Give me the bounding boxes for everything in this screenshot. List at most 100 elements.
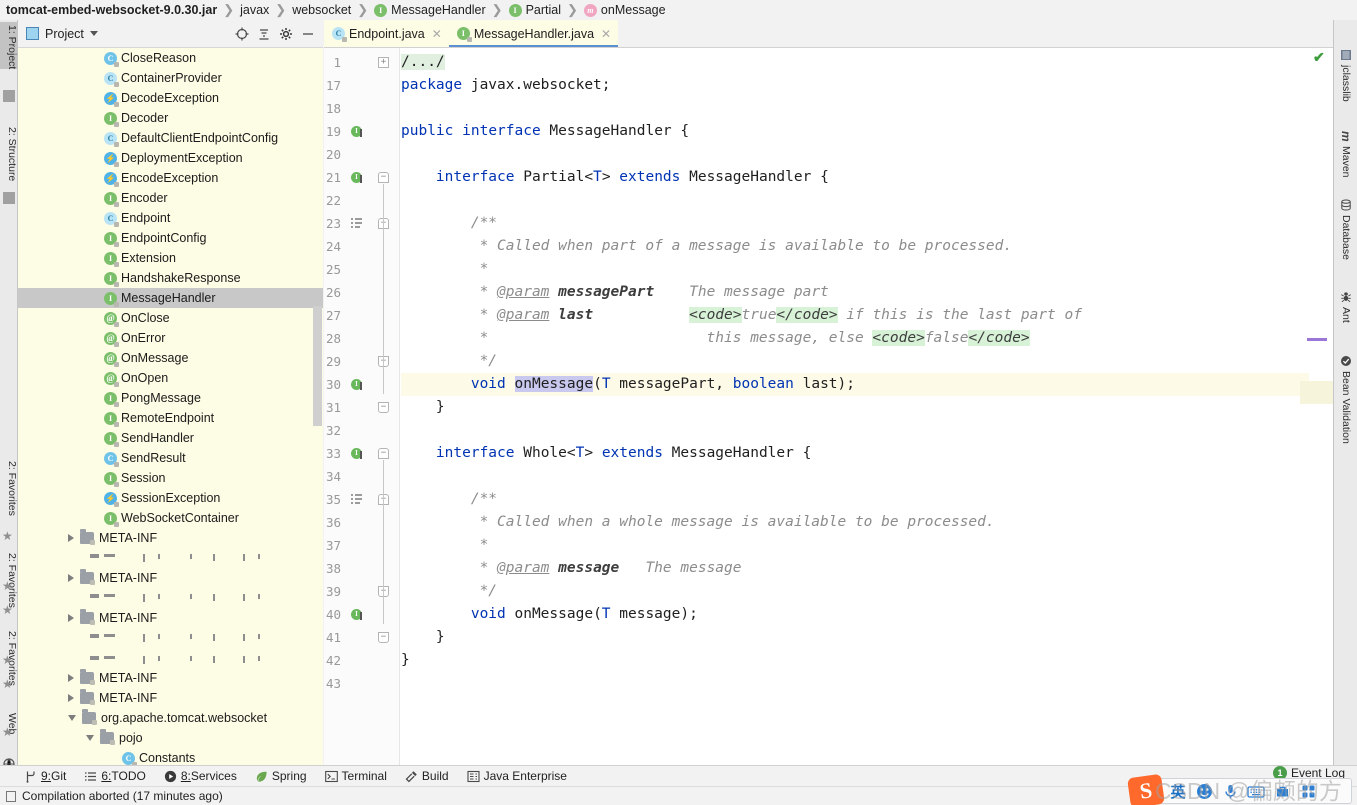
line-number[interactable]: 19 [324, 120, 341, 143]
code-line[interactable]: * @param message The message [401, 557, 742, 580]
collapse-arrow-icon[interactable] [86, 735, 94, 741]
code-line[interactable]: /** [401, 212, 497, 235]
tool-window-button-todo[interactable]: 6: TODO [84, 769, 146, 783]
implementation-marker-icon[interactable]: I [351, 126, 365, 140]
left-tab-2-structure[interactable]: 2: Structure [0, 124, 18, 181]
code-line[interactable]: * [401, 258, 489, 281]
line-number[interactable]: 30 [324, 373, 341, 396]
tree-item-row[interactable]: @ OnError [18, 328, 323, 348]
tree-item-row[interactable]: I SendHandler [18, 428, 323, 448]
line-number[interactable]: 38 [324, 557, 341, 580]
code-line[interactable]: * @param messagePart The message part [401, 281, 829, 304]
tool-window-button-build[interactable]: Build [405, 769, 449, 783]
left-tab-2-favorites[interactable]: 2: Favorites [0, 458, 18, 516]
code-fold-toggle[interactable] [378, 57, 389, 68]
code-editor[interactable]: 1171819I2021I222324252627282930I313233I3… [324, 48, 1333, 765]
scrollbar-thumb[interactable] [313, 306, 322, 426]
line-number[interactable]: 27 [324, 304, 341, 327]
line-number[interactable]: 28 [324, 327, 341, 350]
tree-item-row[interactable]: ⚡ EncodeException [18, 168, 323, 188]
code-fold-toggle[interactable] [378, 632, 389, 643]
line-number[interactable]: 35 [324, 488, 341, 511]
line-number[interactable]: 25 [324, 258, 341, 281]
code-line[interactable]: interface Partial<T> extends MessageHand… [401, 166, 829, 189]
tree-item-row[interactable]: ⚡ DecodeException [18, 88, 323, 108]
line-number[interactable]: 31 [324, 396, 341, 419]
expand-arrow-icon[interactable] [68, 534, 74, 542]
line-number[interactable]: 39 [324, 580, 341, 603]
line-number[interactable]: 40 [324, 603, 341, 626]
tree-folder-row[interactable]: META-INF [18, 608, 323, 628]
tree-folder-row[interactable]: pojo [18, 728, 323, 748]
emoji-icon[interactable] [1191, 779, 1217, 803]
code-line[interactable]: public interface MessageHandler { [401, 120, 689, 143]
editor-tab-endpoint-java[interactable]: C Endpoint.java ✕ [324, 20, 449, 47]
code-line[interactable]: /.../ [401, 51, 445, 74]
line-number[interactable]: 24 [324, 235, 341, 258]
status-message[interactable]: Compilation aborted (17 minutes ago) [6, 789, 223, 803]
apps-grid-icon[interactable] [1295, 779, 1321, 803]
tree-item-row[interactable]: I Decoder [18, 108, 323, 128]
tree-folder-row[interactable]: org.apache.tomcat.websocket [18, 708, 323, 728]
locate-icon[interactable] [231, 24, 253, 44]
breadcrumb-item-tomcat-embed-websocket-9-0-30-jar[interactable]: tomcat-embed-websocket-9.0.30.jar [6, 0, 217, 20]
tree-folder-row[interactable]: META-INF [18, 688, 323, 708]
tree-item-row[interactable]: @ OnClose [18, 308, 323, 328]
settings-gear-icon[interactable] [275, 24, 297, 44]
right-tab-jclasslib[interactable]: jclasslib [1334, 46, 1357, 102]
project-tree[interactable]: C CloseReason C ContainerProvider ⚡ DecodeExc… [18, 48, 323, 765]
tree-folder-row[interactable]: META-INF [18, 668, 323, 688]
expand-arrow-icon[interactable] [68, 694, 74, 702]
voice-input-icon[interactable] [1217, 779, 1243, 803]
breadcrumb-item-onmessage[interactable]: m onMessage [583, 0, 666, 20]
expand-arrow-icon[interactable] [68, 674, 74, 682]
code-line[interactable]: * @param last <code>true</code> if this … [401, 304, 1082, 327]
right-tab-maven[interactable]: m Maven [1334, 128, 1357, 177]
collapse-arrow-icon[interactable] [68, 715, 76, 721]
code-line[interactable]: */ [401, 350, 497, 373]
code-line[interactable]: } [401, 396, 445, 419]
line-number[interactable]: 17 [324, 74, 341, 97]
keyboard-icon[interactable] [1243, 779, 1269, 803]
sogou-logo-icon[interactable]: S [1127, 773, 1165, 805]
line-number[interactable]: 33 [324, 442, 341, 465]
hide-panel-icon[interactable] [297, 24, 319, 44]
tree-item-row[interactable]: C Constants [18, 748, 323, 765]
line-number[interactable]: 20 [324, 143, 341, 166]
toolbox-icon[interactable] [1269, 779, 1295, 803]
tree-item-row[interactable]: C CloseReason [18, 48, 323, 68]
tool-window-button-java-enterprise[interactable]: Java Enterprise [467, 769, 567, 783]
expand-arrow-icon[interactable] [68, 574, 74, 582]
tree-item-row[interactable]: C ContainerProvider [18, 68, 323, 88]
implementation-marker-icon[interactable]: I [351, 448, 365, 462]
collapse-all-icon[interactable] [253, 24, 275, 44]
implementation-marker-icon[interactable]: I [351, 609, 365, 623]
code-line[interactable]: } [401, 649, 410, 672]
close-icon[interactable]: ✕ [601, 27, 611, 41]
code-line[interactable]: void onMessage(T message); [401, 603, 698, 626]
line-number[interactable]: 1 [324, 51, 341, 74]
code-fold-toggle[interactable] [378, 402, 389, 413]
line-number[interactable]: 29 [324, 350, 341, 373]
tree-item-row[interactable]: ⚡ SessionException [18, 488, 323, 508]
close-icon[interactable]: ✕ [432, 27, 442, 41]
line-number[interactable]: 36 [324, 511, 341, 534]
tree-item-row[interactable]: I EndpointConfig [18, 228, 323, 248]
tree-item-row[interactable]: I Session [18, 468, 323, 488]
line-number[interactable]: 37 [324, 534, 341, 557]
line-number[interactable]: 32 [324, 419, 341, 442]
code-line[interactable]: */ [401, 580, 497, 603]
left-tab-1-project[interactable]: 1: Project [0, 22, 18, 70]
tree-item-row[interactable]: I WebSocketContainer [18, 508, 323, 528]
line-number[interactable]: 43 [324, 672, 341, 695]
editor-tab-messagehandler-java[interactable]: I MessageHandler.java ✕ [448, 20, 619, 47]
code-line[interactable]: * Called when a whole message is availab… [401, 511, 995, 534]
tree-item-row[interactable]: C DefaultClientEndpointConfig [18, 128, 323, 148]
breadcrumb-item-partial[interactable]: I Partial [508, 0, 561, 20]
chevron-down-icon[interactable] [89, 31, 98, 36]
line-number[interactable]: 26 [324, 281, 341, 304]
tree-item-row[interactable]: @ OnMessage [18, 348, 323, 368]
tree-item-row[interactable]: C SendResult [18, 448, 323, 468]
code-fold-toggle[interactable] [378, 448, 389, 459]
implementation-marker-icon[interactable]: I [351, 379, 365, 393]
